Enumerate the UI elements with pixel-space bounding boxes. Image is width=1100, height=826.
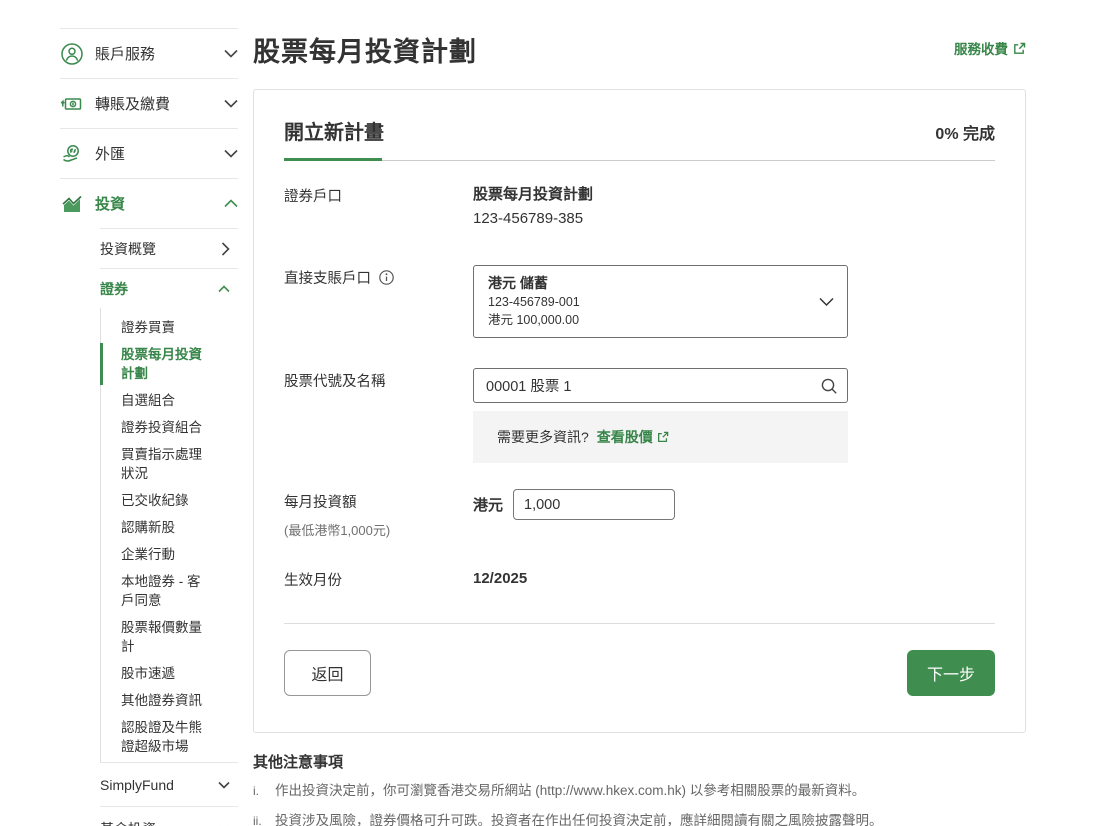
chevron-up-icon bbox=[224, 199, 238, 208]
sidebar-item-warrants-cbbc-supermarket[interactable]: 認股證及牛熊證超級市場 bbox=[121, 714, 213, 760]
sidebar-item-label: 投資 bbox=[95, 193, 125, 214]
monthly-amount-input[interactable] bbox=[513, 489, 675, 520]
external-link-icon bbox=[657, 431, 669, 443]
sidebar-item-watchlist[interactable]: 自選組合 bbox=[121, 387, 213, 414]
sidebar-item-transfers-payments[interactable]: 轉賬及繳費 bbox=[60, 78, 238, 128]
sidebar-item-other-securities-info[interactable]: 其他證券資訊 bbox=[121, 687, 213, 714]
chevron-down-icon bbox=[218, 781, 230, 789]
debit-account-label: 直接支賬戶口 bbox=[284, 267, 371, 288]
note-number: i. bbox=[253, 780, 275, 802]
chevron-down-icon bbox=[224, 149, 238, 158]
sidebar-item-label: 投資概覽 bbox=[100, 239, 156, 259]
effective-month-label: 生效月份 bbox=[284, 567, 473, 591]
sidebar-item-label: 外匯 bbox=[95, 143, 125, 164]
note-number: ii. bbox=[253, 810, 275, 826]
securities-account-label: 證券戶口 bbox=[284, 183, 473, 231]
chevron-right-icon bbox=[221, 242, 230, 256]
chevron-up-icon bbox=[218, 285, 230, 293]
chevron-down-icon bbox=[224, 49, 238, 58]
service-fee-link[interactable]: 服務收費 bbox=[954, 38, 1026, 58]
effective-month-value: 12/2025 bbox=[473, 567, 995, 591]
debit-account-row: 直接支賬戶口 港元 儲蓄 123-456789-001 港元 100,000.0… bbox=[284, 265, 995, 338]
sidebar-item-label: 轉賬及繳費 bbox=[95, 93, 170, 114]
info-icon[interactable] bbox=[379, 270, 394, 285]
other-notes-section: 其他注意事項 i. 作出投資決定前，你可瀏覽香港交易所網站 (http://ww… bbox=[253, 751, 1026, 826]
service-fee-label: 服務收費 bbox=[954, 38, 1008, 58]
new-plan-card: 開立新計畫 0% 完成 證券戶口 股票每月投資計劃 123-456789-385… bbox=[253, 89, 1026, 733]
sidebar-item-corporate-actions[interactable]: 企業行動 bbox=[121, 541, 213, 568]
note-item: i. 作出投資決定前，你可瀏覽香港交易所網站 (http://www.hkex.… bbox=[253, 780, 1026, 802]
view-quote-label: 查看股價 bbox=[597, 427, 653, 447]
minimum-amount-note: (最低港幣1,000元) bbox=[284, 520, 473, 539]
sidebar-navigation: 賬戶服務 轉賬及繳費 外匯 bbox=[60, 28, 238, 826]
external-link-icon bbox=[1013, 42, 1026, 55]
sidebar-item-stock-trading[interactable]: 證券買賣 bbox=[121, 314, 213, 341]
page-title: 股票每月投資計劃 bbox=[253, 30, 477, 69]
fx-icon bbox=[60, 142, 84, 166]
debit-account-select[interactable]: 港元 儲蓄 123-456789-001 港元 100,000.00 bbox=[473, 265, 848, 338]
sidebar-item-label: 證券 bbox=[100, 279, 128, 299]
user-icon bbox=[60, 42, 84, 66]
sidebar-item-ipo-subscription[interactable]: 認購新股 bbox=[121, 514, 213, 541]
sidebar-item-account-services[interactable]: 賬戶服務 bbox=[60, 28, 238, 78]
sidebar-item-stock-quote-quota[interactable]: 股票報價數量計 bbox=[121, 614, 213, 660]
search-icon[interactable] bbox=[820, 377, 838, 395]
main-content: 股票每月投資計劃 服務收費 開立新計畫 0% 完成 證券戶口 股票每月投資計劃 … bbox=[253, 30, 1026, 826]
active-item-indicator bbox=[100, 343, 103, 385]
securities-account-row: 證券戶口 股票每月投資計劃 123-456789-385 bbox=[284, 183, 995, 231]
stock-quote-info-box: 需要更多資訊? 查看股價 bbox=[473, 411, 848, 463]
securities-account-name: 股票每月投資計劃 bbox=[473, 183, 995, 207]
debit-account-type: 港元 儲蓄 bbox=[488, 274, 813, 293]
sidebar-item-label: 賬戶服務 bbox=[95, 43, 155, 64]
card-divider bbox=[284, 623, 995, 624]
view-quote-link[interactable]: 查看股價 bbox=[597, 427, 669, 447]
sidebar-item-market-express[interactable]: 股市速遞 bbox=[121, 660, 213, 687]
currency-label: 港元 bbox=[473, 494, 503, 515]
progress-rule bbox=[284, 158, 995, 161]
monthly-amount-row: 每月投資額 (最低港幣1,000元) 港元 bbox=[284, 489, 995, 539]
next-button[interactable]: 下一步 bbox=[907, 650, 995, 696]
back-button[interactable]: 返回 bbox=[284, 650, 371, 696]
transfer-icon bbox=[60, 92, 84, 116]
sidebar-item-settled-records[interactable]: 已交收紀錄 bbox=[121, 487, 213, 514]
monthly-amount-label: 每月投資額 bbox=[284, 495, 357, 511]
sidebar-item-securities-portfolio[interactable]: 證券投資組合 bbox=[121, 414, 213, 441]
notes-title: 其他注意事項 bbox=[253, 751, 1026, 772]
chevron-down-icon bbox=[819, 297, 834, 307]
securities-account-number: 123-456789-385 bbox=[473, 207, 995, 231]
stock-code-input[interactable] bbox=[473, 368, 848, 403]
progress-status: 0% 完成 bbox=[935, 120, 995, 144]
sidebar-item-investment-overview[interactable]: 投資概覽 bbox=[100, 228, 238, 268]
progress-bar bbox=[284, 158, 382, 161]
debit-account-balance: 港元 100,000.00 bbox=[488, 311, 813, 329]
debit-account-number: 123-456789-001 bbox=[488, 293, 813, 311]
effective-month-row: 生效月份 12/2025 bbox=[284, 567, 995, 591]
stock-code-label: 股票代號及名稱 bbox=[284, 368, 473, 463]
sidebar-item-label: 基金投資 bbox=[100, 819, 156, 826]
chevron-down-icon bbox=[224, 99, 238, 108]
stock-code-row: 股票代號及名稱 需要更多資訊? 查看股價 bbox=[284, 368, 995, 463]
sidebar-item-simplyfund[interactable]: SimplyFund bbox=[100, 762, 238, 806]
sidebar-item-label: SimplyFund bbox=[100, 777, 174, 793]
sidebar-item-fund-investment[interactable]: 基金投資 bbox=[100, 806, 238, 826]
note-text: 作出投資決定前，你可瀏覽香港交易所網站 (http://www.hkex.com… bbox=[275, 780, 865, 802]
note-text: 投資涉及風險，證券價格可升可跌。投資者在作出任何投資決定前，應詳細閱讀有關之風險… bbox=[275, 810, 883, 826]
sidebar-item-label: 股票每月投資計劃 bbox=[121, 347, 202, 381]
sidebar-item-stock-monthly-plan[interactable]: 股票每月投資計劃 bbox=[121, 341, 213, 387]
sidebar-item-securities[interactable]: 證券 bbox=[100, 268, 238, 308]
investment-icon bbox=[60, 192, 84, 216]
note-item: ii. 投資涉及風險，證券價格可升可跌。投資者在作出任何投資決定前，應詳細閱讀有… bbox=[253, 810, 1026, 826]
securities-submenu: 證券買賣 股票每月投資計劃 自選組合 證券投資組合 買賣指示處理狀況 已交收紀錄… bbox=[100, 308, 238, 762]
sidebar-item-order-status[interactable]: 買賣指示處理狀況 bbox=[121, 441, 213, 487]
sidebar-item-foreign-exchange[interactable]: 外匯 bbox=[60, 128, 238, 178]
sidebar-item-investment[interactable]: 投資 bbox=[60, 178, 238, 228]
card-title: 開立新計畫 bbox=[284, 116, 384, 145]
more-info-text: 需要更多資訊? bbox=[497, 427, 589, 447]
sidebar-item-local-securities-consent[interactable]: 本地證券 - 客戶同意 bbox=[121, 568, 213, 614]
